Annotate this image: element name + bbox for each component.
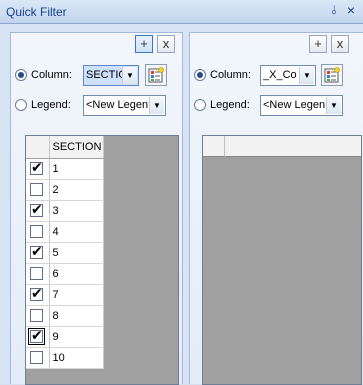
values-grid[interactable]: SECTION ✔ 1 2 ✔ 3 4 ✔ 5 6 ✔ 7 8 ✔ 9 10 xyxy=(25,135,179,385)
legend-palette-icon[interactable] xyxy=(321,64,343,86)
table-row[interactable]: 10 xyxy=(26,347,104,369)
legend-label: Legend: xyxy=(210,99,250,111)
filter-panel-1: + x Column: SECTIO ▼ xyxy=(10,32,183,385)
chevron-down-icon: ▼ xyxy=(149,97,164,114)
row-value: 8 xyxy=(49,305,104,327)
row-value: 6 xyxy=(49,263,104,285)
legend-row: Legend: <New Legen ▼ xyxy=(15,95,180,117)
values-table: SECTION ✔ 1 2 ✔ 3 4 ✔ 5 6 ✔ 7 8 ✔ 9 10 xyxy=(26,136,104,369)
column-label: Column: xyxy=(210,69,251,81)
checkbox-cell: ✔ xyxy=(26,284,50,306)
checkbox-cell: ✔ xyxy=(26,242,50,264)
column-select-value: SECTIO xyxy=(86,69,122,81)
filter-panel-2: + x Column: _X_Co ▼ Legend: <New Legen ▼ xyxy=(189,32,363,385)
title-bar: Quick Filter ⫰ × xyxy=(0,0,363,24)
table-row[interactable]: ✔ 5 xyxy=(26,242,104,264)
table-row[interactable]: ✔ 7 xyxy=(26,284,104,306)
checkbox-cell xyxy=(26,221,50,243)
checkbox-cell xyxy=(26,263,50,285)
row-value: 4 xyxy=(49,221,104,243)
legend-palette-icon[interactable] xyxy=(145,64,167,86)
row-checkbox[interactable] xyxy=(30,224,43,238)
row-checkbox[interactable]: ✔ xyxy=(30,242,43,259)
table-row[interactable]: ✔ 9 xyxy=(26,326,104,348)
column-row: Column: _X_Co ▼ xyxy=(194,64,362,87)
chevron-down-icon: ▼ xyxy=(299,67,314,84)
checkmark-icon: ✔ xyxy=(31,284,43,301)
add-filter-button[interactable]: + xyxy=(309,35,327,53)
table-header: SECTION xyxy=(26,136,104,159)
checkbox-cell: ✔ xyxy=(26,200,50,222)
legend-row: Legend: <New Legen ▼ xyxy=(194,95,362,117)
checkmark-icon: ✔ xyxy=(31,242,43,259)
remove-filter-button[interactable]: x xyxy=(157,35,175,53)
checkbox-cell xyxy=(26,179,50,201)
checkbox-cell: ✔ xyxy=(26,158,50,180)
row-value: 7 xyxy=(49,284,104,306)
legend-radio[interactable] xyxy=(15,99,27,111)
filter-area: + x Column: SECTIO ▼ xyxy=(0,24,363,385)
checkbox-cell: ✔ xyxy=(26,326,50,348)
table-row[interactable]: ✔ 1 xyxy=(26,158,104,180)
legend-select[interactable]: <New Legen ▼ xyxy=(83,95,166,116)
row-checkbox[interactable]: ✔ xyxy=(30,158,43,175)
header-corner xyxy=(26,136,50,159)
row-value: 2 xyxy=(49,179,104,201)
column-row: Column: SECTIO ▼ xyxy=(15,64,180,87)
checkmark-icon: ✔ xyxy=(31,326,43,343)
pin-icon[interactable]: ⫰ xyxy=(328,3,340,17)
column-select-value: _X_Co xyxy=(263,69,297,81)
legend-radio[interactable] xyxy=(194,99,206,111)
column-header[interactable] xyxy=(225,136,361,157)
close-icon[interactable]: × xyxy=(345,3,357,17)
row-checkbox[interactable] xyxy=(30,266,43,280)
column-label: Column: xyxy=(31,69,72,81)
table-header xyxy=(203,136,361,157)
row-checkbox[interactable] xyxy=(30,350,43,364)
row-value: 5 xyxy=(49,242,104,264)
remove-filter-button[interactable]: x xyxy=(331,35,349,53)
column-header-section[interactable]: SECTION xyxy=(49,136,104,159)
chevron-down-icon: ▼ xyxy=(122,67,137,84)
row-value: 3 xyxy=(49,200,104,222)
table-row[interactable]: 8 xyxy=(26,305,104,327)
row-checkbox[interactable] xyxy=(30,182,43,196)
legend-select-value: <New Legen xyxy=(263,99,326,111)
column-radio[interactable] xyxy=(194,69,206,81)
column-radio[interactable] xyxy=(15,69,27,81)
legend-select[interactable]: <New Legen ▼ xyxy=(260,95,343,116)
row-checkbox[interactable]: ✔ xyxy=(30,200,43,217)
row-value: 1 xyxy=(49,158,104,180)
table-row[interactable]: 2 xyxy=(26,179,104,201)
checkmark-icon: ✔ xyxy=(31,158,43,175)
column-select[interactable]: SECTIO ▼ xyxy=(83,65,139,86)
chevron-down-icon: ▼ xyxy=(326,97,341,114)
legend-label: Legend: xyxy=(31,99,71,111)
table-row[interactable]: ✔ 3 xyxy=(26,200,104,222)
row-value: 10 xyxy=(49,347,104,369)
table-row[interactable]: 6 xyxy=(26,263,104,285)
column-select[interactable]: _X_Co ▼ xyxy=(260,65,316,86)
values-grid[interactable] xyxy=(202,135,362,385)
header-corner xyxy=(203,136,225,157)
row-checkbox[interactable]: ✔ xyxy=(30,284,43,301)
legend-select-value: <New Legen xyxy=(86,99,149,111)
window-title: Quick Filter xyxy=(6,5,67,19)
row-checkbox[interactable] xyxy=(30,308,43,322)
row-value: 9 xyxy=(49,326,104,348)
table-row[interactable]: 4 xyxy=(26,221,104,243)
checkbox-cell xyxy=(26,347,50,369)
checkmark-icon: ✔ xyxy=(31,200,43,217)
row-checkbox[interactable]: ✔ xyxy=(28,326,45,345)
checkbox-cell xyxy=(26,305,50,327)
add-filter-button[interactable]: + xyxy=(135,35,153,53)
